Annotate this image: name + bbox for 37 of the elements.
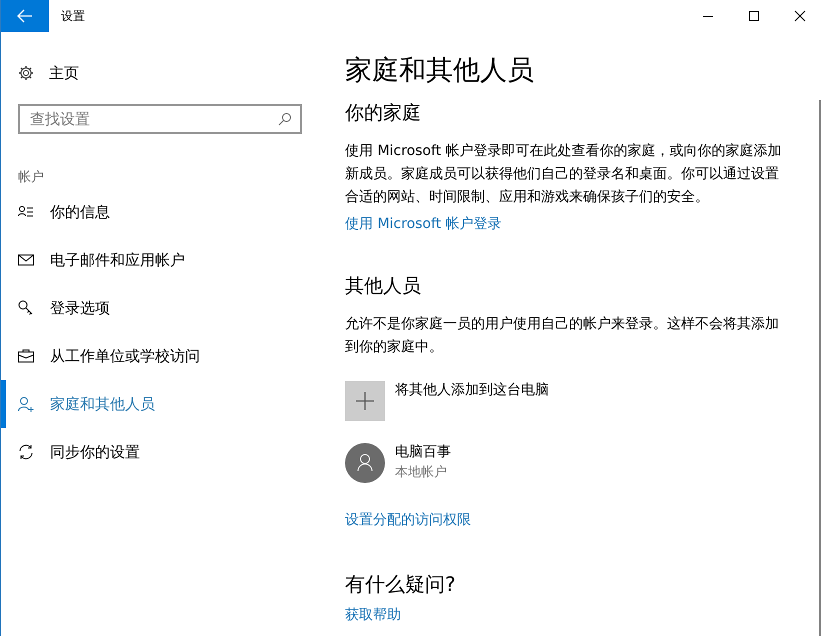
key-icon bbox=[18, 300, 34, 316]
section-label: 帐户 bbox=[18, 169, 45, 187]
sidebar-item[interactable]: 电子邮件和应用帐户 bbox=[1, 236, 331, 284]
window-title: 设置 bbox=[61, 8, 85, 24]
sidebar-item[interactable]: 登录选项 bbox=[1, 284, 331, 332]
page-title: 家庭和其他人员 bbox=[345, 54, 535, 88]
description-text: 允许不是你家庭一员的用户使用自己的帐户来登录。这样不会将其添加到你的家庭中。 bbox=[345, 315, 780, 357]
search-field[interactable]: 查找设置 bbox=[18, 104, 302, 134]
back-button[interactable] bbox=[1, 0, 49, 32]
maximize-icon bbox=[748, 10, 760, 22]
sync-icon bbox=[18, 444, 34, 460]
account-type: 本地帐户 bbox=[395, 464, 448, 481]
plus-icon bbox=[356, 392, 374, 410]
search-icon bbox=[278, 112, 292, 126]
section-heading: 你的家庭 bbox=[345, 101, 422, 126]
close-icon bbox=[794, 10, 806, 22]
add-person-label[interactable]: 将其他人添加到这台电脑 bbox=[395, 381, 549, 399]
section-heading: 其他人员 bbox=[345, 274, 422, 299]
description-text: 使用 Microsoft 帐户登录即可在此处查看你的家庭，或向你的家庭添加新成员。家庭成员可以获得他们自己的登录名和桌面。你可以通过设置合适的网站、时间限制、应用和游戏来确保孩子们的安全。 bbox=[345, 142, 783, 207]
sign-in-link[interactable]: 使用 Microsoft 帐户登录 bbox=[345, 216, 502, 232]
settings-icon bbox=[18, 65, 34, 81]
back-arrow-icon bbox=[17, 9, 33, 23]
account-name[interactable]: 电脑百事 bbox=[395, 443, 451, 461]
mail-icon bbox=[18, 252, 34, 268]
person-add-icon bbox=[18, 396, 34, 412]
sidebar-item[interactable]: 从工作单位或学校访问 bbox=[1, 332, 331, 380]
assigned-access-link[interactable]: 设置分配的访问权限 bbox=[345, 512, 471, 528]
sidebar-item[interactable]: 你的信息 bbox=[1, 188, 331, 236]
home-link[interactable]: 主页 bbox=[1, 60, 331, 86]
get-help-link[interactable]: 获取帮助 bbox=[345, 607, 401, 623]
add-person-button[interactable] bbox=[345, 381, 385, 421]
sidebar-item[interactable]: 家庭和其他人员 bbox=[1, 380, 331, 428]
scrollbar[interactable] bbox=[819, 100, 821, 636]
sidebar-item[interactable]: 同步你的设置 bbox=[1, 428, 331, 476]
user-avatar-icon bbox=[345, 443, 385, 483]
section-heading: 有什么疑问? bbox=[345, 571, 457, 598]
briefcase-icon bbox=[18, 348, 34, 364]
